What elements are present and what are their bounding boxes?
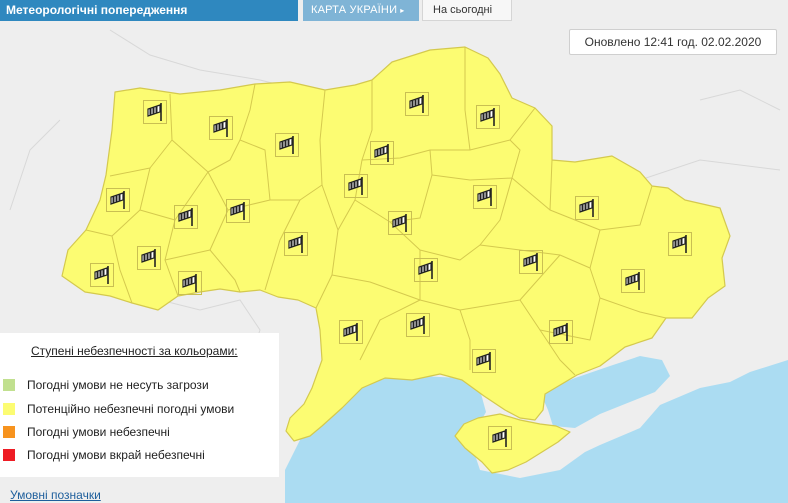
legend-swatch [3, 448, 15, 461]
updated-timestamp: Оновлено 12:41 год. 02.02.2020 [569, 29, 777, 55]
legend-item-dangerous: Погодні умови небезпечні [3, 423, 170, 439]
symbols-link[interactable]: Умовні позначки [10, 488, 101, 502]
tab-today[interactable]: На сьогодні [422, 0, 512, 21]
legend-item-label: Потенційно небезпечні погодні умови [27, 401, 235, 416]
legend-title: Ступені небезпечності за кольорами: [31, 344, 238, 358]
legend-swatch [3, 378, 15, 391]
legend-panel: Ступені небезпечності за кольорами: Пого… [0, 333, 279, 477]
chevron-right-icon: ▸ [400, 6, 405, 15]
tab-ukraine-map[interactable]: КАРТА УКРАЇНИ ▸ [303, 0, 419, 21]
legend-swatch [3, 402, 15, 415]
legend-item-label: Погодні умови вкрай небезпечні [27, 447, 205, 462]
legend-item-potentially-dangerous: Потенційно небезпечні погодні умови [3, 400, 234, 416]
legend-item-extremely-dangerous: Погодні умови вкрай небезпечні [3, 446, 205, 462]
page-title: Метеорологічні попередження [0, 0, 298, 21]
legend-item-safe: Погодні умови не несуть загрози [3, 376, 209, 392]
tab-ukraine-map-label: КАРТА УКРАЇНИ [311, 4, 398, 16]
legend-item-label: Погодні умови не несуть загрози [27, 377, 209, 392]
legend-item-label: Погодні умови небезпечні [27, 424, 170, 439]
legend-swatch [3, 425, 15, 438]
